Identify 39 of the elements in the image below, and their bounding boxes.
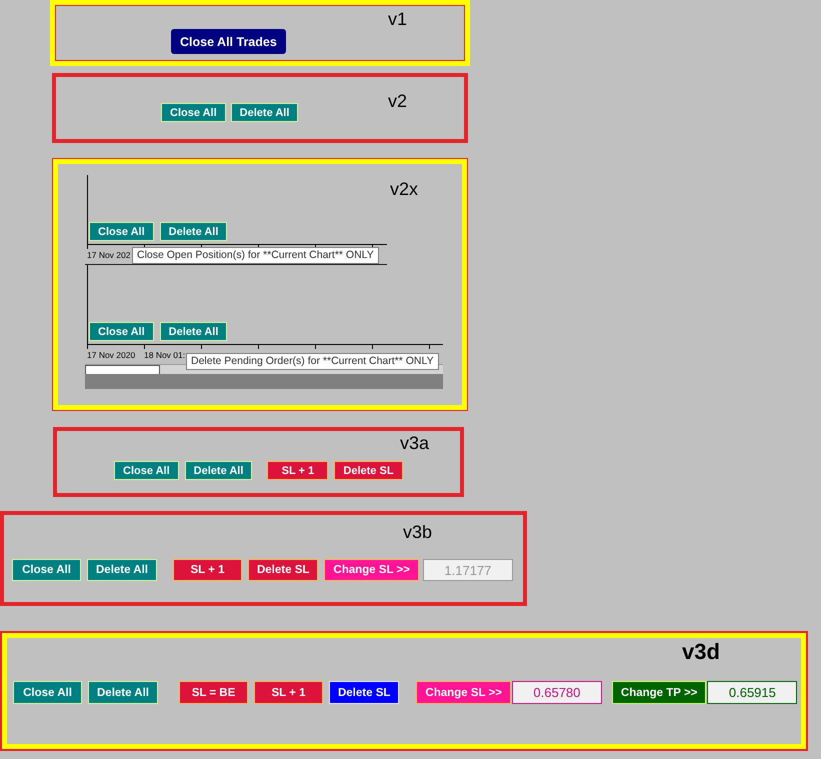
action-button[interactable]: Close All: [13, 681, 82, 704]
action-button[interactable]: Delete All: [87, 559, 157, 581]
version-label: v3a: [400, 434, 430, 452]
date-label: 17 Nov 202: [87, 249, 130, 261]
version-label: v2: [388, 92, 408, 110]
action-button[interactable]: SL = BE: [178, 681, 248, 704]
action-button[interactable]: Delete All: [160, 322, 228, 341]
action-button[interactable]: SL + 1: [254, 681, 323, 704]
action-button[interactable]: Delete All: [160, 222, 228, 241]
version-label: v3b: [403, 523, 432, 541]
action-button[interactable]: Delete All: [184, 461, 252, 480]
action-button[interactable]: Change SL >>: [324, 559, 419, 581]
action-button[interactable]: Delete All: [230, 103, 298, 122]
action-button[interactable]: SL + 1: [172, 559, 242, 581]
version-label: v2x: [390, 180, 418, 198]
action-button[interactable]: Close All: [12, 559, 81, 581]
price-field[interactable]: 0.65780: [512, 681, 602, 704]
action-button[interactable]: Change TP >>: [612, 681, 706, 704]
action-button[interactable]: Delete SL: [334, 461, 403, 480]
action-button[interactable]: Close All: [89, 222, 154, 241]
action-button[interactable]: Delete SL: [248, 559, 318, 581]
tooltip: Delete Pending Order(s) for **Current Chart** ONLY: [186, 353, 439, 370]
date-label: 18 Nov 01:: [144, 349, 186, 361]
action-button[interactable]: Close All: [161, 103, 226, 122]
action-button[interactable]: Delete SL: [328, 681, 400, 704]
action-button[interactable]: Change SL >>: [416, 681, 511, 704]
action-button[interactable]: SL + 1: [267, 461, 328, 480]
price-axis: [87, 175, 88, 244]
action-button[interactable]: Close All Trades: [171, 29, 286, 54]
price-field[interactable]: 0.65915: [707, 681, 798, 704]
action-button[interactable]: Delete All: [88, 681, 158, 704]
version-label: v3d: [682, 641, 720, 663]
action-button[interactable]: Close All: [114, 461, 179, 480]
date-label: 17 Nov 2020: [87, 349, 136, 361]
chart-tab[interactable]: [85, 365, 160, 374]
tooltip: Close Open Position(s) for **Current Chart** ONLY: [132, 247, 379, 264]
action-button[interactable]: Close All: [89, 322, 154, 341]
version-label: v1: [388, 10, 408, 28]
price-field[interactable]: 1.17177: [422, 559, 513, 581]
